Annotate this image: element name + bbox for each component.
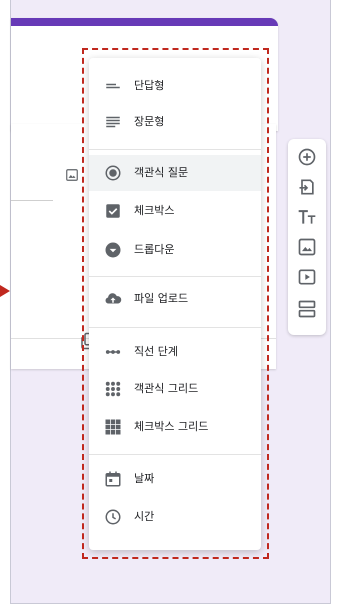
- add-image-icon[interactable]: [297, 237, 317, 257]
- menu-item-multiple-choice[interactable]: 객관식 질문: [89, 155, 261, 191]
- question-title-underline: [11, 200, 53, 201]
- menu-item-label: 체크박스: [134, 204, 175, 217]
- menu-item-file-upload[interactable]: 파일 업로드: [89, 281, 261, 317]
- menu-divider: [89, 149, 261, 150]
- question-type-dropdown: 단답형 장문형 객관식 질문 체크박스 드롭다운 파일 업로드 직선 단계 객관…: [89, 58, 261, 550]
- menu-item-label: 드롭다운: [134, 243, 175, 256]
- short-answer-icon: [104, 77, 122, 95]
- menu-item-label: 단답형: [134, 79, 165, 92]
- add-image-icon[interactable]: [65, 168, 79, 182]
- menu-item-label: 직선 단계: [134, 345, 178, 358]
- menu-item-label: 객관식 질문: [134, 166, 189, 179]
- callout-arrow: [0, 285, 10, 297]
- menu-item-short-answer[interactable]: 단답형: [89, 68, 261, 104]
- menu-item-checkbox[interactable]: 체크박스: [89, 193, 261, 229]
- add-video-icon[interactable]: [297, 267, 317, 287]
- menu-divider: [89, 454, 261, 455]
- add-section-icon[interactable]: [297, 299, 317, 319]
- menu-item-date[interactable]: 날짜: [89, 461, 261, 497]
- menu-divider: [89, 276, 261, 277]
- calendar-icon: [104, 470, 122, 488]
- side-toolbar: [288, 139, 326, 335]
- menu-item-label: 장문형: [134, 115, 165, 128]
- menu-item-label: 파일 업로드: [134, 292, 189, 305]
- menu-divider: [89, 327, 261, 328]
- paragraph-icon: [104, 113, 122, 131]
- menu-item-label: 객관식 그리드: [134, 382, 199, 395]
- radio-button-icon: [104, 164, 122, 182]
- menu-item-linear-scale[interactable]: 직선 단계: [89, 334, 261, 370]
- multiple-choice-grid-icon: [104, 380, 122, 398]
- menu-item-label: 시간: [134, 510, 155, 523]
- import-questions-icon[interactable]: [297, 177, 317, 197]
- menu-item-time[interactable]: 시간: [89, 499, 261, 535]
- menu-item-label: 체크박스 그리드: [134, 420, 209, 433]
- clock-icon: [104, 508, 122, 526]
- menu-item-paragraph[interactable]: 장문형: [89, 104, 261, 140]
- add-title-icon[interactable]: [297, 207, 317, 227]
- dropdown-icon: [104, 241, 122, 259]
- checkbox-icon: [104, 202, 122, 220]
- menu-item-dropdown[interactable]: 드롭다운: [89, 232, 261, 268]
- cloud-upload-icon: [104, 290, 122, 308]
- checkbox-grid-icon: [104, 418, 122, 436]
- linear-scale-icon: [104, 343, 122, 361]
- menu-item-label: 날짜: [134, 472, 155, 485]
- menu-item-multiple-choice-grid[interactable]: 객관식 그리드: [89, 371, 261, 407]
- menu-item-checkbox-grid[interactable]: 체크박스 그리드: [89, 409, 261, 445]
- add-question-icon[interactable]: [297, 147, 317, 167]
